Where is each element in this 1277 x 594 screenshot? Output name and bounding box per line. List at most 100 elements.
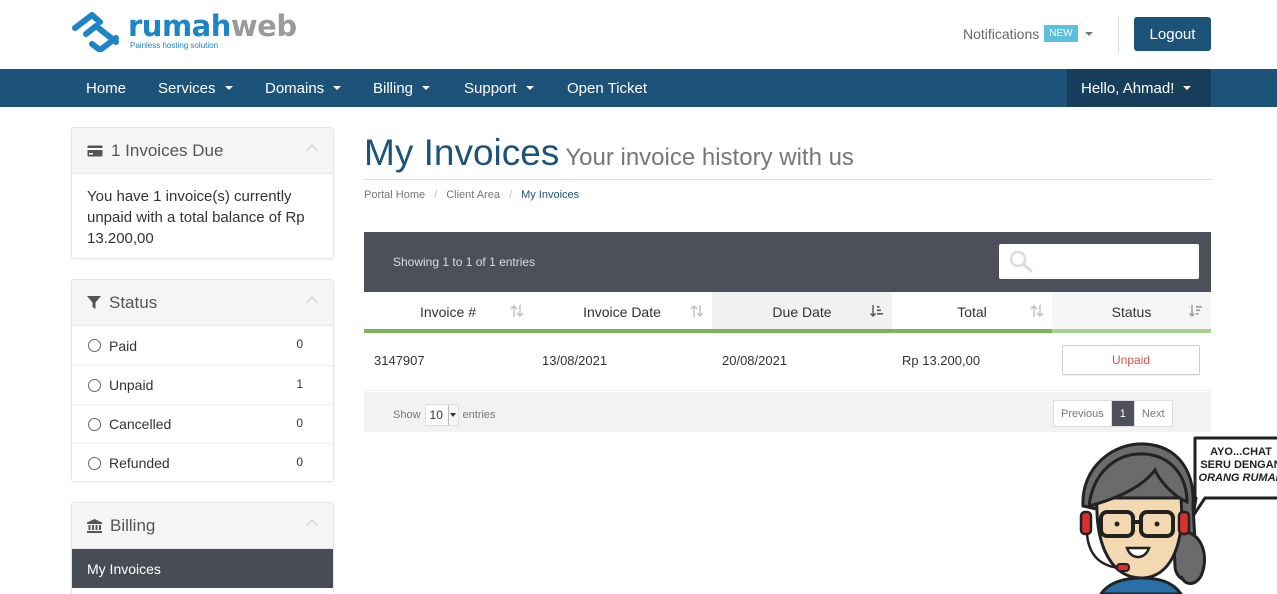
status-filter-unpaid[interactable]: Unpaid 1 (72, 365, 333, 404)
table-info: Showing 1 to 1 of 1 entries (393, 255, 536, 269)
status-label: Unpaid (109, 377, 154, 393)
nav-domains-label: Domains (265, 79, 325, 97)
status-count: 0 (296, 455, 303, 469)
notifications-label: Notifications (963, 25, 1040, 42)
notifications-dropdown[interactable]: Notifications NEW (963, 25, 1093, 42)
chevron-up-icon[interactable] (306, 296, 318, 308)
main-navbar: Home Services Domains Billing Support Op… (0, 69, 1277, 107)
column-invoice-date[interactable]: Invoice Date (532, 292, 712, 333)
invoices-due-message: You have 1 invoice(s) currently unpaid w… (87, 188, 305, 247)
cell-total: Rp 13.200,00 (902, 353, 981, 368)
column-label: Total (957, 304, 987, 320)
brand-name: rumahweb (128, 9, 297, 43)
user-greeting: Hello, Ahmad! (1081, 79, 1175, 97)
breadcrumb-separator: / (509, 189, 513, 201)
caret-down-icon (525, 86, 534, 90)
status-label: Refunded (109, 455, 170, 471)
column-label: Invoice # (419, 304, 477, 320)
status-label: Cancelled (109, 416, 172, 432)
invoices-due-header[interactable]: 1 Invoices Due (72, 128, 333, 174)
billing-menu-my-invoices[interactable]: My Invoices (72, 549, 333, 588)
user-menu[interactable]: Hello, Ahmad! (1067, 69, 1211, 107)
status-count: 1 (296, 377, 303, 391)
status-count: 0 (296, 337, 303, 351)
status-filter-header[interactable]: Status (72, 280, 333, 326)
status-label: Paid (109, 337, 138, 354)
filter-icon (87, 295, 101, 310)
breadcrumb-portal-home[interactable]: Portal Home (364, 189, 425, 201)
cell-due-date: 20/08/2021 (722, 353, 788, 368)
caret-down-icon (224, 86, 233, 90)
entries-label: entries (462, 409, 496, 421)
cell-invoice-number: 3147907 (374, 353, 425, 368)
sort-ascending-icon (870, 305, 883, 317)
bank-icon (87, 518, 102, 533)
nav-billing-label: Billing (373, 79, 414, 97)
nav-support[interactable]: Support (464, 69, 534, 107)
next-page-button[interactable]: Next (1133, 401, 1172, 426)
credit-card-icon (87, 145, 103, 157)
nav-open-ticket-label: Open Ticket (567, 79, 648, 97)
nav-services-label: Services (158, 79, 216, 97)
chevron-up-icon[interactable] (306, 144, 318, 156)
breadcrumb: Portal Home / Client Area / My Invoices (364, 189, 579, 201)
radio-button[interactable] (88, 456, 101, 470)
page-1-button[interactable]: 1 (1110, 401, 1134, 426)
nav-support-label: Support (464, 79, 517, 97)
logout-button[interactable]: Logout (1134, 17, 1211, 51)
page-length-control: Show 10 entries (393, 404, 496, 426)
column-total[interactable]: Total (892, 292, 1052, 333)
radio-button[interactable] (88, 417, 101, 431)
dropdown-arrow-icon (447, 405, 458, 425)
billing-panel: Billing My Invoices (71, 502, 334, 594)
billing-title: Billing (110, 515, 156, 535)
breadcrumb-separator: / (434, 189, 438, 201)
status-filter-panel: Status Paid 0 Unpaid 1 Cancelled 0 Refunded… (71, 279, 334, 482)
live-chat-widget[interactable]: AYO...CHAT SERU DENGAN ORANG RUMAH (1075, 436, 1277, 594)
pagination: Previous 1 Next (1053, 400, 1173, 427)
top-header: rumahweb Painless hosting solution Notif… (0, 0, 1277, 69)
breadcrumb-client-area[interactable]: Client Area (446, 189, 500, 201)
nav-home-label: Home (86, 79, 127, 97)
table-search-input[interactable] (999, 244, 1199, 279)
cell-invoice-date: 13/08/2021 (542, 353, 608, 368)
column-label: Invoice Date (583, 304, 661, 320)
brand-logo[interactable]: rumahweb Painless hosting solution (72, 12, 297, 52)
sort-both-icon (1030, 305, 1044, 317)
sort-descending-icon (1189, 305, 1202, 317)
nav-open-ticket[interactable]: Open Ticket (567, 69, 647, 107)
chevron-up-icon[interactable] (306, 519, 318, 531)
billing-header[interactable]: Billing (72, 503, 333, 549)
nav-services[interactable]: Services (158, 69, 233, 107)
status-filter-refunded[interactable]: Refunded 0 (72, 443, 333, 482)
table-footer: Show 10 entries Previous 1 Next (364, 392, 1211, 432)
column-status[interactable]: Status (1052, 292, 1211, 333)
status-filter-cancelled[interactable]: Cancelled 0 (72, 404, 333, 443)
page-subtitle: Your invoice history with us (565, 144, 854, 171)
page-title-text: My Invoices (364, 132, 560, 173)
column-due-date[interactable]: Due Date (712, 292, 892, 333)
search-icon (1009, 250, 1033, 273)
status-filter-list: Paid 0 Unpaid 1 Cancelled 0 Refunded 0 (72, 326, 333, 482)
table-row[interactable]: 3147907 13/08/2021 20/08/2021 Rp 13.200,… (364, 333, 1211, 391)
radio-button[interactable] (88, 378, 101, 392)
nav-domains[interactable]: Domains (265, 69, 342, 107)
breadcrumb-current: My Invoices (521, 189, 580, 201)
caret-down-icon (333, 86, 342, 90)
rumahweb-logo-icon (72, 12, 119, 52)
nav-billing[interactable]: Billing (373, 69, 431, 107)
page-length-select[interactable]: 10 (424, 404, 459, 426)
column-label: Due Date (772, 304, 832, 320)
table-header: Invoice # Invoice Date Due Date Total St… (364, 292, 1211, 333)
chat-bubble-text: AYO...CHAT SERU DENGAN ORANG RUMAH (1196, 446, 1277, 485)
nav-home[interactable]: Home (86, 69, 126, 107)
status-filter-paid[interactable]: Paid 0 (72, 326, 333, 365)
previous-page-button[interactable]: Previous (1054, 401, 1111, 426)
sort-both-icon (510, 305, 524, 317)
page-title: My Invoices Your invoice history with us (364, 132, 854, 174)
chat-line-2: SERU DENGAN (1200, 459, 1277, 471)
sort-both-icon (690, 305, 704, 317)
status-badge: Unpaid (1062, 345, 1200, 375)
column-invoice-number[interactable]: Invoice # (364, 292, 532, 333)
radio-button[interactable] (88, 339, 101, 352)
